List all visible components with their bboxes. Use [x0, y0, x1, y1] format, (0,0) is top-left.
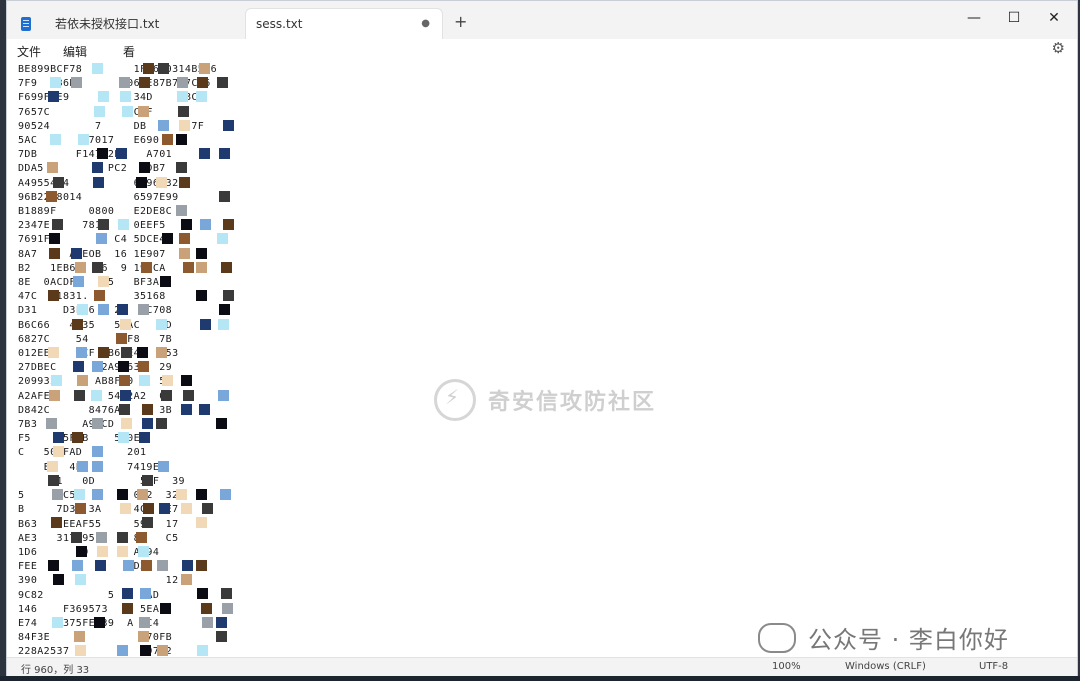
zoom-level[interactable]: 100%	[772, 661, 801, 672]
wechat-icon	[758, 622, 796, 653]
editor-line: 1D6 39 A394	[18, 546, 160, 558]
editor-line: 27DBEC 72A9263 29	[18, 362, 173, 374]
editor-line: F699FBE9 34D BC	[18, 92, 198, 104]
editor-line: 209932 AB8F00 5A	[18, 376, 173, 388]
mosaic-pixel	[223, 219, 234, 231]
menu-bar: 文件 编辑 看 ⚙	[7, 39, 1077, 61]
mosaic-pixel	[218, 389, 229, 401]
editor-line: E74 375FE839 A 8C4	[18, 617, 160, 629]
close-button[interactable]: ✕	[1035, 5, 1073, 31]
editor-line: F5 C5F0B 5D0E	[18, 433, 140, 445]
mosaic-pixel	[221, 588, 232, 600]
new-tab-button[interactable]: +	[454, 12, 467, 31]
mosaic-pixel	[216, 631, 227, 642]
editor-line: 7DB F147E2E A701	[18, 149, 173, 161]
mosaic-pixel	[223, 119, 234, 131]
watermark-text: 奇安信攻防社区	[488, 390, 657, 415]
tab-file-2[interactable]: sess.txt ●	[245, 8, 443, 39]
editor-line: 7657C C1F	[18, 106, 153, 118]
editor-line: B 7D36 3A 4C E7	[18, 504, 179, 516]
text-editor-area[interactable]: BE899BCF78 1F0610314B566 7F9 C86B3 06DE87…	[7, 61, 1077, 657]
mosaic-pixel	[223, 290, 234, 302]
mosaic-pixel	[216, 418, 227, 429]
editor-line: B6C66 4C35 59AC 6D	[18, 319, 173, 331]
wechat-watermark-text: 公众号 · 李白你好	[808, 626, 1009, 654]
mosaic-pixel	[217, 77, 228, 89]
unsaved-indicator: ●	[421, 18, 430, 29]
editor-line: 5AC 27017 E690	[18, 135, 160, 147]
wechat-watermark: 公众号 · 李白你好	[758, 620, 1009, 655]
mosaic-pixel	[222, 602, 233, 614]
editor-line: 47C D1831. 35168	[18, 291, 166, 303]
editor-line: 31 0D 53F 39	[18, 475, 185, 487]
mosaic-pixel	[217, 233, 228, 245]
mosaic-pixel	[219, 190, 230, 202]
editor-line: 9C82 5 CAD	[18, 589, 160, 601]
editor-line: 96B2268014 6597E99	[18, 191, 179, 203]
editor-line: 7691F C4 5DCE4	[18, 234, 166, 246]
mosaic-pixel	[216, 616, 227, 628]
editor-line: 7B3 A99CD	[18, 419, 115, 431]
notepad-window: 若依未授权接口.txt sess.txt ● + — ☐ ✕ 文件 编辑 看 ⚙…	[6, 0, 1078, 678]
editor-line: A2AFE0 54A2A2 0B	[18, 390, 173, 402]
editor-line: B2 1EB67 6 9 19FCA	[18, 262, 166, 274]
minimize-button[interactable]: —	[955, 5, 993, 31]
mosaic-pixel	[219, 148, 230, 160]
editor-line: A4955424 6796C32	[18, 177, 179, 189]
editor-line: 90524 7 DB 7F	[18, 120, 205, 132]
editor-line: AE3 317F95F 85 C5	[18, 532, 179, 544]
tab-file-1[interactable]: 若依未授权接口.txt	[9, 8, 241, 39]
editor-line: 8A7 AAEOB 16 1E907	[18, 248, 166, 260]
menu-file[interactable]: 文件	[17, 43, 41, 60]
editor-line: 2347E 781E 0EEF5	[18, 220, 166, 232]
mosaic-pixel	[218, 318, 229, 330]
tab-label: sess.txt	[256, 17, 303, 31]
vertical-scrollbar[interactable]	[1071, 123, 1075, 657]
editor-line: 228A2537 59712	[18, 646, 173, 657]
editor-line: 7F9 C86B3 06DE87B787C86	[18, 78, 211, 90]
cursor-position: 行 960，列 33	[21, 665, 90, 676]
tab-label: 若依未授权接口.txt	[55, 17, 160, 31]
taskbar	[0, 676, 1080, 681]
menu-view[interactable]: 看	[123, 43, 135, 60]
editor-line: B1889F 0800 E2DE8C	[18, 206, 173, 218]
editor-line: 8E 0ACDF F5 BF3A1	[18, 277, 166, 289]
editor-line: FEE D3C	[18, 561, 153, 573]
lightning-shield-icon	[434, 379, 476, 421]
editor-line: 146 F369573 5EA	[18, 603, 160, 615]
editor-line: 5 C5 0D2 32	[18, 490, 179, 502]
editor-line: E 4E 7419E	[18, 461, 160, 473]
editor-line: BE899BCF78 1F0610314B566	[18, 64, 218, 75]
editor-text: BE899BCF78 1F0610314B566 7F9 C86B3 06DE87…	[18, 63, 217, 657]
title-bar: 若依未授权接口.txt sess.txt ● + — ☐ ✕	[7, 1, 1077, 39]
editor-line: B63 7EEAF55 59 17	[18, 518, 179, 530]
site-watermark: 奇安信攻防社区	[434, 379, 656, 421]
editor-line: 84F3E 570FB	[18, 632, 173, 644]
gear-icon[interactable]: ⚙	[1052, 39, 1065, 57]
editor-line: 390 12	[18, 575, 179, 587]
mosaic-pixel	[219, 304, 230, 316]
mosaic-pixel	[221, 261, 232, 273]
status-bar: 行 960，列 33 100% Windows (CRLF) UTF-8	[7, 657, 1077, 678]
editor-line: C 503FAD 201	[18, 447, 147, 459]
line-ending[interactable]: Windows (CRLF)	[845, 661, 926, 672]
mosaic-pixel	[220, 489, 231, 500]
notepad-file-icon	[21, 16, 31, 31]
editor-line: D842C 8476AA 3B	[18, 404, 173, 416]
menu-edit[interactable]: 编辑	[63, 43, 87, 60]
editor-line: D31 D3F16 22 4C708	[18, 305, 173, 317]
editor-line: 6827C 54 FF8 7B	[18, 333, 173, 345]
editor-line: 012EEE CF B62E45 53	[18, 348, 179, 360]
encoding[interactable]: UTF-8	[979, 661, 1008, 672]
editor-line: DDA5 PC2 DB7	[18, 163, 166, 175]
maximize-button[interactable]: ☐	[995, 5, 1033, 31]
